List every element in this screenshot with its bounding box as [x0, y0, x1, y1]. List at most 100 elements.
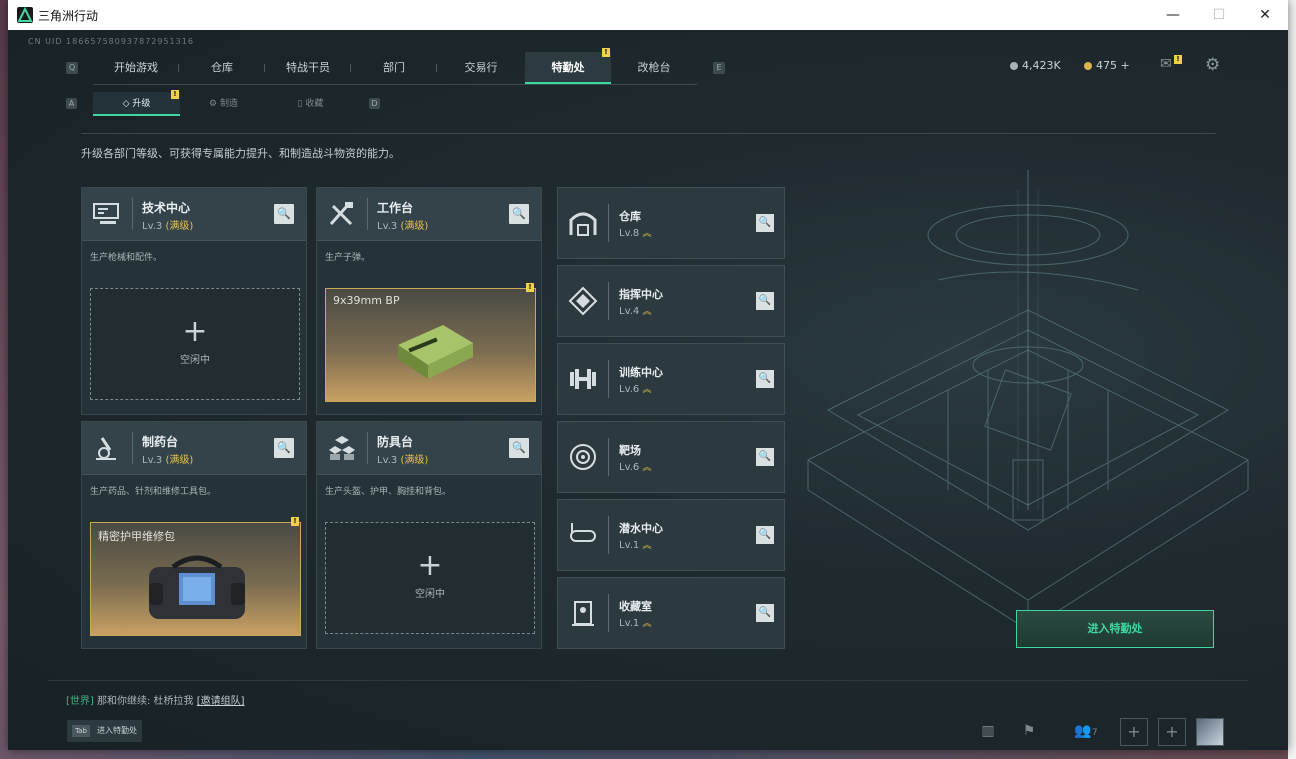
game-area: CN UID 186657580937872951316 Q 开始游戏 仓库 特…	[8, 30, 1288, 750]
tab-key: Tab	[72, 725, 90, 737]
search-icon[interactable]: 🔍	[756, 214, 774, 232]
workbench-level: Lv.3 (满级)	[142, 217, 193, 232]
subtab-collection[interactable]: ▯ 收藏	[267, 92, 354, 116]
crafting-item-slot[interactable]: 9x39mm BP !	[325, 283, 536, 402]
facility-name: 仓库	[619, 210, 641, 223]
top-nav: 开始游戏 仓库 特战干员 部门 交易行 特勤处 ! 改枪台	[93, 48, 697, 85]
subtab-craft[interactable]: ⚙ 制造	[180, 92, 267, 116]
workbench-description: 生产头盔、护甲、胸挂和背包。	[325, 487, 452, 497]
subtab-collection-label: 收藏	[305, 99, 324, 109]
subtab-badge: !	[171, 90, 179, 99]
shooting-range-icon	[568, 442, 598, 472]
chat-channel: [世界]	[66, 696, 94, 707]
facility-warehouse[interactable]: 仓库 Lv.8 ︽ 🔍	[557, 187, 785, 259]
search-icon[interactable]: 🔍	[274, 204, 294, 224]
search-icon[interactable]: 🔍	[509, 438, 529, 458]
gold-currency[interactable]: 475 +	[1084, 59, 1130, 72]
subtab-upgrade[interactable]: ◇ 升级 !	[93, 90, 180, 116]
plus-icon: +	[417, 548, 443, 583]
settings-gear-icon[interactable]: ⚙	[1205, 55, 1220, 75]
facility-training-center[interactable]: 训练中心 Lv.6 ︽ 🔍	[557, 343, 785, 415]
tab-gunsmith[interactable]: 改枪台	[611, 52, 697, 84]
add-slot-button[interactable]: +	[1120, 718, 1148, 746]
subnav-key-a[interactable]: A	[66, 98, 77, 109]
enter-special-ops-button[interactable]: 进入特勤处	[1016, 610, 1214, 648]
game-window: 三角洲行动 — ☐ ✕ CN UID 186657580937872951316…	[8, 0, 1288, 750]
subnav-key-d[interactable]: D	[369, 98, 380, 109]
tab-departments[interactable]: 部门	[351, 52, 437, 84]
workbench-card-pharmacy[interactable]: 制药台 Lv.3 (满级) 🔍 生产药品、针剂和维修工具包。 精密护甲维修包 !	[81, 421, 307, 649]
level-up-icon: ︽	[642, 619, 652, 629]
workbench-card-armor-bench[interactable]: 防具台 Lv.3 (满级) 🔍 生产头盔、护甲、胸挂和背包。 + 空闲中	[316, 421, 542, 649]
mail-icon[interactable]: ✉	[1160, 56, 1172, 72]
workbench-name: 技术中心	[142, 201, 191, 215]
workbench-name: 工作台	[377, 201, 414, 215]
card-divider	[132, 198, 133, 230]
avatar[interactable]	[1196, 718, 1224, 746]
level-text: Lv.1	[619, 540, 640, 551]
level-text: Lv.3	[142, 455, 163, 466]
nav-key-e[interactable]: E	[713, 62, 725, 74]
search-icon[interactable]: 🔍	[756, 448, 774, 466]
tab-special-ops-label: 特勤处	[551, 61, 585, 74]
minimize-button[interactable]: —	[1150, 0, 1196, 30]
tab-special-ops[interactable]: 特勤处 !	[525, 48, 611, 84]
level-up-icon: ︽	[642, 229, 652, 239]
workbench-level: Lv.3 (满级)	[377, 451, 428, 466]
facility-level: Lv.1 ︽	[619, 616, 651, 629]
level-text: Lv.8	[619, 228, 640, 239]
chat-line: [世界] 那和你继续: 杜桥拉我 [邀请组队]	[66, 692, 245, 707]
search-icon[interactable]: 🔍	[274, 438, 294, 458]
page-description: 升级各部门等级、可获得专属能力提升、和制造战斗物资的能力。	[81, 147, 400, 160]
tab-hint[interactable]: Tab 进入特勤处	[67, 720, 142, 742]
gold-add-button[interactable]: +	[1121, 59, 1130, 72]
flag-icon[interactable]: ⚑	[1016, 718, 1042, 744]
app-logo-icon	[17, 7, 33, 23]
search-icon[interactable]: 🔍	[756, 292, 774, 310]
facility-level: Lv.1 ︽	[619, 538, 651, 551]
tab-operators[interactable]: 特战干员	[265, 52, 351, 84]
facility-shooting-range[interactable]: 靶场 Lv.6 ︽ 🔍	[557, 421, 785, 493]
subtab-upgrade-label: 升级	[132, 99, 151, 109]
card-divider	[608, 438, 609, 476]
title-bar: 三角洲行动 — ☐ ✕	[8, 0, 1288, 30]
tab-start-game[interactable]: 开始游戏	[93, 52, 179, 84]
workbench-card-tech-center[interactable]: 技术中心 Lv.3 (满级) 🔍 生产枪械和配件。 + 空闲中	[81, 187, 307, 415]
search-icon[interactable]: 🔍	[756, 604, 774, 622]
mail-badge: !	[1174, 55, 1182, 64]
max-level-tag: (满级)	[165, 221, 194, 232]
level-up-icon: ︽	[642, 463, 652, 473]
nav-key-q[interactable]: Q	[66, 62, 78, 74]
collection-icon: ▯	[297, 99, 303, 109]
level-text: Lv.3	[377, 221, 398, 232]
card-header: 技术中心 Lv.3 (满级) 🔍	[82, 188, 306, 241]
maximize-button[interactable]: ☐	[1196, 0, 1242, 30]
workbench-name: 防具台	[377, 435, 414, 449]
crafting-item-slot[interactable]: 精密护甲维修包 !	[90, 517, 301, 636]
friends-count: 7	[1091, 728, 1098, 738]
add-slot-button[interactable]: +	[1158, 718, 1186, 746]
workbench-card-workbench[interactable]: 工作台 Lv.3 (满级) 🔍 生产子弹。 9x39mm BP !	[316, 187, 542, 415]
workbench-level: Lv.3 (满级)	[142, 451, 193, 466]
silver-currency[interactable]: 4,423K	[1010, 59, 1061, 72]
invite-team-link[interactable]: [邀请组队]	[197, 696, 245, 707]
facility-level: Lv.4 ︽	[619, 304, 651, 317]
friends-button[interactable]: 👥7	[1066, 718, 1106, 744]
tab-trading[interactable]: 交易行	[437, 52, 525, 84]
idle-slot[interactable]: + 空闲中	[325, 522, 535, 634]
card-divider	[608, 282, 609, 320]
gold-coin-icon	[1084, 62, 1092, 70]
facility-command-center[interactable]: 指挥中心 Lv.4 ︽ 🔍	[557, 265, 785, 337]
max-level-tag: (满级)	[400, 221, 429, 232]
stats-icon[interactable]: ▥	[975, 718, 1001, 744]
facility-collection-room[interactable]: 收藏室 Lv.1 ︽ 🔍	[557, 577, 785, 649]
search-icon[interactable]: 🔍	[509, 204, 529, 224]
idle-label: 空闲中	[180, 355, 210, 366]
idle-slot[interactable]: + 空闲中	[90, 288, 300, 400]
tab-warehouse[interactable]: 仓库	[179, 52, 265, 84]
facility-level: Lv.6 ︽	[619, 382, 651, 395]
facility-dive-center[interactable]: 潜水中心 Lv.1 ︽ 🔍	[557, 499, 785, 571]
search-icon[interactable]: 🔍	[756, 526, 774, 544]
close-button[interactable]: ✕	[1242, 0, 1288, 30]
search-icon[interactable]: 🔍	[756, 370, 774, 388]
